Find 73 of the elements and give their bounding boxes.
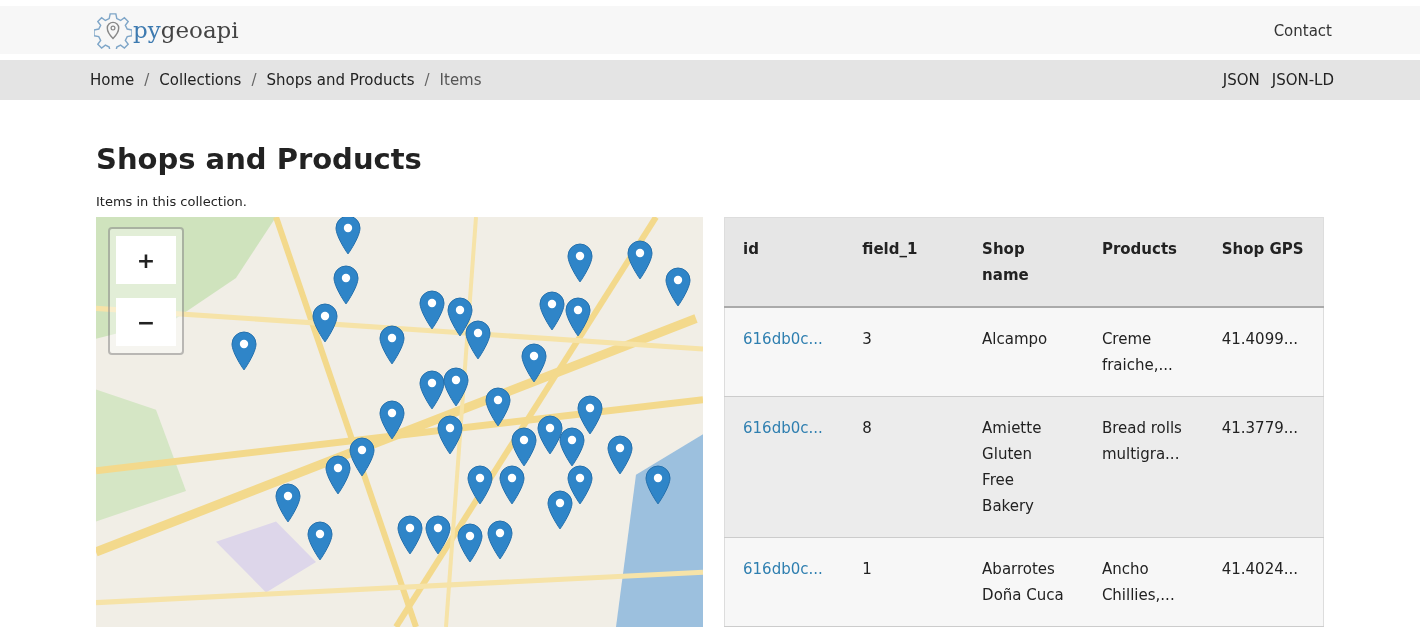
table-cell: 41.3779...: [1203, 396, 1324, 538]
format-link[interactable]: JSON-LD: [1271, 71, 1334, 89]
column-header: Shop GPS: [1203, 217, 1324, 307]
breadcrumb-separator: /: [251, 71, 257, 89]
table-cell: 8: [844, 396, 965, 538]
column-header: Shop name: [964, 217, 1084, 307]
table-cell: 1: [844, 537, 965, 627]
map-pin-icon[interactable]: [499, 465, 525, 505]
map-pin-icon[interactable]: [457, 523, 483, 563]
map-pin-icon[interactable]: [325, 455, 351, 495]
map-pin-icon[interactable]: [419, 370, 445, 410]
map-pin-icon[interactable]: [567, 243, 593, 283]
map-pin-icon[interactable]: [577, 395, 603, 435]
table-cell: Bread rolls multigra...: [1083, 396, 1204, 538]
map-pin-icon[interactable]: [307, 521, 333, 561]
breadcrumb-current: Items: [439, 71, 482, 89]
map-pin-icon[interactable]: [465, 320, 491, 360]
map-pin-icon[interactable]: [312, 303, 338, 343]
map-pin-icon[interactable]: [665, 267, 691, 307]
page-description: Items in this collection.: [96, 194, 248, 209]
table-cell: Ancho Chillies,...: [1083, 537, 1204, 627]
page-title: Shops and Products: [96, 142, 423, 178]
map-pin-icon[interactable]: [487, 520, 513, 560]
breadcrumb-separator: /: [144, 71, 150, 89]
format-link[interactable]: JSON: [1222, 71, 1260, 89]
breadcrumb-link[interactable]: Collections: [159, 71, 242, 89]
map-pin-icon[interactable]: [467, 465, 493, 505]
table-cell: Abarrotes Doña Cuca: [964, 537, 1084, 627]
gear-icon: [94, 11, 132, 49]
map-pin-icon[interactable]: [379, 400, 405, 440]
map-pin-icon[interactable]: [539, 291, 565, 331]
map-pin-icon[interactable]: [349, 437, 375, 477]
zoom-out-button[interactable]: −: [116, 298, 176, 346]
column-header: Products: [1083, 217, 1204, 307]
item-link[interactable]: 616db0c...: [743, 330, 823, 348]
map-pin-icon[interactable]: [537, 415, 563, 455]
breadcrumb-link[interactable]: Home: [90, 71, 135, 89]
map-pin-icon[interactable]: [231, 331, 257, 371]
item-link[interactable]: 616db0c...: [743, 560, 823, 578]
map-pin-icon[interactable]: [333, 265, 359, 305]
column-header: id: [724, 217, 845, 307]
breadcrumb-separator: /: [424, 71, 430, 89]
map-pin-icon[interactable]: [379, 325, 405, 365]
map-pin-icon[interactable]: [521, 343, 547, 383]
map-pin-icon[interactable]: [607, 435, 633, 475]
map-pin-icon[interactable]: [627, 240, 653, 280]
map-pin-icon[interactable]: [419, 290, 445, 330]
map-pin-icon[interactable]: [397, 515, 423, 555]
table-cell: Alcampo: [964, 307, 1084, 397]
zoom-in-button[interactable]: +: [116, 236, 176, 284]
table-cell: Creme fraiche,...: [1083, 307, 1204, 397]
map-pin-icon[interactable]: [425, 515, 451, 555]
table-cell: Amiette Gluten Free Bakery: [964, 396, 1084, 538]
map-pin-icon[interactable]: [335, 217, 361, 255]
map-pin-icon[interactable]: [485, 387, 511, 427]
table-cell: 41.4099...: [1203, 307, 1324, 397]
map-pin-icon[interactable]: [511, 427, 537, 467]
map-pin-icon[interactable]: [275, 483, 301, 523]
nav-link[interactable]: Contact: [1273, 21, 1332, 40]
map-pin-icon[interactable]: [443, 367, 469, 407]
map-pin-icon[interactable]: [567, 465, 593, 505]
item-link[interactable]: 616db0c...: [743, 419, 823, 437]
map-pin-icon[interactable]: [447, 297, 473, 337]
table-cell: 3: [844, 307, 965, 397]
table-cell: 41.4024...: [1203, 537, 1324, 627]
map-pin-icon[interactable]: [565, 297, 591, 337]
logo-text[interactable]: pygeoapi: [133, 17, 239, 43]
breadcrumb-link[interactable]: Shops and Products: [266, 71, 415, 89]
map-pin-icon[interactable]: [559, 427, 585, 467]
map-pin-icon[interactable]: [645, 465, 671, 505]
map-pin-icon[interactable]: [547, 490, 573, 530]
column-header: field_1: [844, 217, 965, 307]
map-pin-icon[interactable]: [437, 415, 463, 455]
